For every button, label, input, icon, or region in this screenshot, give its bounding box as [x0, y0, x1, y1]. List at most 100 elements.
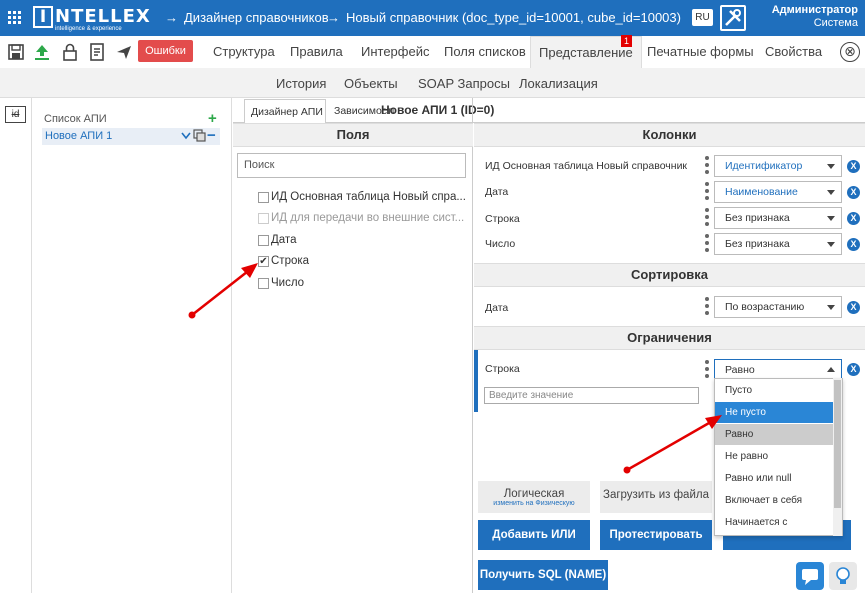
field-checkbox[interactable] — [258, 192, 269, 203]
column-type-select[interactable]: Без признака — [714, 207, 842, 229]
drag-handle-icon[interactable] — [705, 234, 709, 255]
caret-up-icon — [827, 367, 835, 372]
user-role: Система — [813, 17, 858, 29]
api-list-panel — [33, 98, 232, 593]
subtab-localization[interactable]: Локализация — [519, 76, 598, 91]
breadcrumb-arrow-icon: → — [165, 10, 178, 25]
dropdown-option-highlighted[interactable]: Не пусто — [715, 402, 835, 423]
id-toggle-icon[interactable]: id — [5, 106, 26, 123]
dropdown-option[interactable]: Не равно — [715, 446, 835, 467]
tools-icon[interactable] — [720, 5, 746, 31]
field-label: ИД Основная таблица Новый спра... — [271, 191, 466, 203]
drag-handle-icon[interactable] — [705, 208, 709, 229]
drag-handle-icon[interactable] — [705, 182, 709, 203]
breadcrumb-current: Новый справочник (doc_type_id=10001, cub… — [346, 10, 681, 25]
columns-header: Колонки — [474, 123, 865, 147]
dropdown-option[interactable]: Включает в себя — [715, 490, 835, 511]
subtab-history[interactable]: История — [276, 76, 326, 91]
column-type-select[interactable]: Без признака — [714, 233, 842, 255]
remove-api-icon[interactable]: − — [207, 127, 216, 144]
field-label: Строка — [271, 255, 310, 267]
dropdown-scroll-thumb[interactable] — [834, 380, 841, 508]
logic-label: Логическая — [503, 488, 565, 500]
dropdown-option-selected[interactable]: Равно — [715, 424, 835, 445]
add-api-icon[interactable]: + — [208, 110, 217, 127]
close-icon[interactable]: ⊗ — [840, 42, 860, 62]
lightbulb-icon[interactable] — [829, 562, 857, 590]
operator-dropdown: Пусто Не пусто Равно Не равно Равно или … — [714, 378, 843, 536]
lock-icon[interactable] — [61, 43, 79, 61]
dropdown-option[interactable]: Начинается с — [715, 512, 835, 533]
test-button[interactable]: Протестировать — [600, 520, 712, 550]
drag-handle-icon[interactable] — [705, 297, 709, 318]
send-icon[interactable] — [115, 43, 133, 61]
logic-sublabel: изменить на Физическую — [493, 500, 575, 507]
api-list-title: Список АПИ — [44, 113, 107, 125]
remove-constraint-icon[interactable]: X — [847, 363, 860, 376]
tab-list-fields[interactable]: Поля списков — [444, 44, 526, 59]
apps-grid-icon[interactable] — [8, 11, 22, 25]
sorting-select[interactable]: По возрастанию — [714, 296, 842, 318]
tab-properties[interactable]: Свойства — [765, 44, 822, 59]
field-checkbox — [258, 213, 269, 224]
column-type-value: Наименование — [725, 186, 798, 198]
subtab-objects[interactable]: Объекты — [344, 76, 398, 91]
remove-column-icon[interactable]: X — [847, 238, 860, 251]
dropdown-option[interactable]: Пусто — [715, 380, 835, 401]
field-label: Дата — [271, 234, 297, 246]
errors-button[interactable]: Ошибки — [138, 40, 193, 62]
dropdown-option[interactable]: Равно или null — [715, 468, 835, 489]
load-from-file-button[interactable]: Загрузить из файла — [600, 481, 712, 513]
breadcrumb-designer[interactable]: Дизайнер справочников — [184, 10, 329, 25]
save-icon[interactable] — [7, 43, 25, 61]
user-name: Администратор — [771, 4, 858, 16]
column-type-select[interactable]: Наименование — [714, 181, 842, 203]
copy-icon[interactable] — [193, 129, 206, 142]
field-checkbox[interactable] — [258, 235, 269, 246]
constraint-label: Строка — [485, 363, 520, 375]
get-sql-button[interactable]: Получить SQL (NAME) — [478, 560, 608, 590]
logic-toggle-button[interactable]: Логическая изменить на Физическую — [478, 481, 590, 513]
fields-search-input[interactable]: Поиск — [237, 153, 466, 178]
user-info[interactable]: Администратор Система — [752, 4, 858, 30]
tab-interface[interactable]: Интерфейс — [361, 44, 429, 59]
tab-rules[interactable]: Правила — [290, 44, 343, 59]
chevron-down-icon[interactable] — [181, 132, 191, 140]
sorting-header: Сортировка — [474, 263, 865, 287]
field-label: ИД для передачи во внешние сист... — [271, 212, 465, 224]
drag-handle-icon[interactable] — [705, 360, 709, 381]
field-checkbox[interactable] — [258, 278, 269, 289]
document-icon[interactable] — [88, 43, 106, 61]
constraint-value-input[interactable]: Введите значение — [484, 387, 699, 404]
column-type-select[interactable]: Идентификатор — [714, 155, 842, 177]
logo-tagline: intelligence & experience — [55, 26, 122, 32]
top-bar: I NTELLEX intelligence & experience → Ди… — [0, 0, 865, 36]
tab-print-forms[interactable]: Печатные формы — [647, 44, 754, 59]
sorting-label: Дата — [485, 302, 509, 314]
remove-column-icon[interactable]: X — [847, 160, 860, 173]
column-type-value: Идентификатор — [725, 160, 803, 172]
left-strip — [0, 98, 32, 593]
remove-column-icon[interactable]: X — [847, 186, 860, 199]
constraint-operator-value: Равно — [725, 364, 755, 376]
fields-header: Поля — [233, 123, 473, 147]
language-switch[interactable]: RU — [692, 9, 713, 26]
field-label: Число — [271, 277, 305, 289]
caret-down-icon — [827, 216, 835, 221]
caret-down-icon — [827, 190, 835, 195]
annotation-arrow — [623, 415, 722, 474]
drag-handle-icon[interactable] — [705, 156, 709, 177]
tab-structure[interactable]: Структура — [213, 44, 275, 59]
subtab-soap[interactable]: SOAP Запросы — [418, 76, 510, 91]
upload-icon[interactable] — [33, 43, 51, 61]
remove-column-icon[interactable]: X — [847, 212, 860, 225]
api-list-item[interactable]: Новое АПИ 1 — [45, 130, 112, 142]
column-label: Строка — [485, 213, 520, 225]
add-or-button[interactable]: Добавить ИЛИ — [478, 520, 590, 550]
remove-sorting-icon[interactable]: X — [847, 301, 860, 314]
field-checkbox-checked[interactable]: ✔ — [258, 256, 269, 267]
caret-down-icon — [827, 164, 835, 169]
column-type-value: Без признака — [725, 212, 790, 224]
chat-icon[interactable] — [796, 562, 824, 590]
logo-word: NTELLEX — [55, 6, 151, 27]
